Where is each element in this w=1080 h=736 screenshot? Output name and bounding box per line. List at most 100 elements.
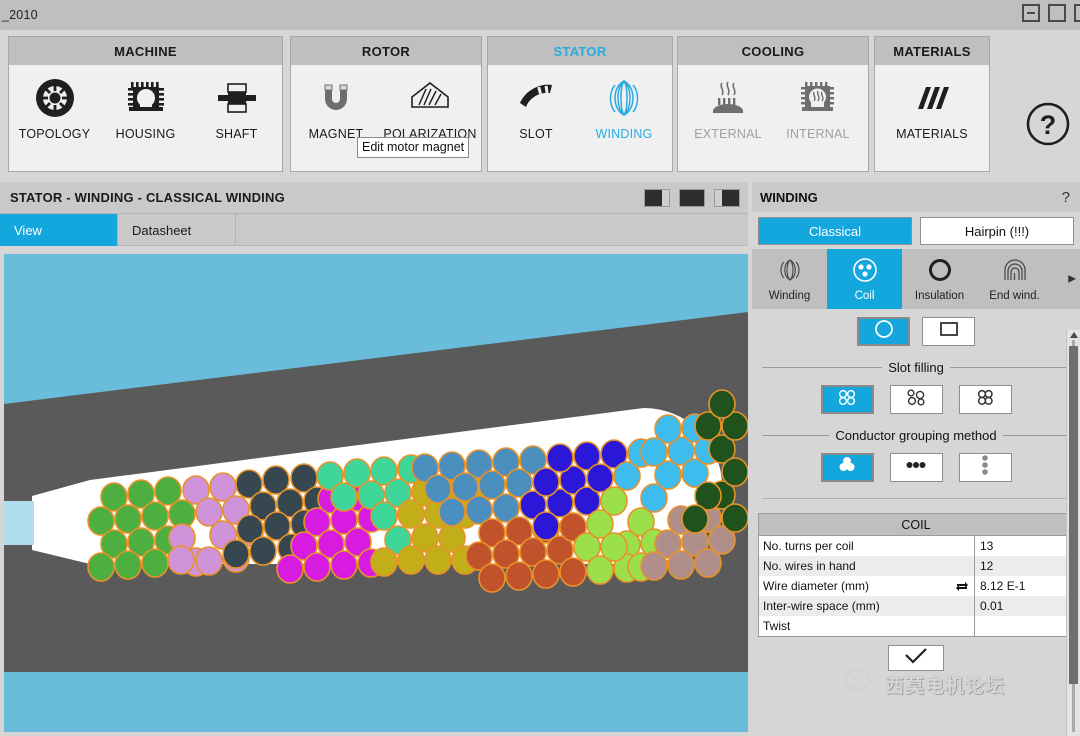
help-icon[interactable]: ? bbox=[1024, 100, 1072, 153]
ribbon-item-materials[interactable]: MATERIALS bbox=[877, 75, 987, 141]
coil-row-value[interactable]: 12 bbox=[975, 556, 1073, 576]
close-button[interactable] bbox=[1074, 4, 1080, 22]
more-tabs-arrow-icon[interactable]: ▶ bbox=[1068, 274, 1076, 285]
sub-tab-insulation[interactable]: Insulation bbox=[902, 249, 977, 309]
horizontal-grouping-button[interactable] bbox=[889, 453, 943, 482]
ribbon-group-machine-title: MACHINE bbox=[9, 37, 282, 65]
ribbon-item-shaft[interactable]: SHAFT bbox=[191, 75, 282, 141]
tab-datasheet[interactable]: Datasheet bbox=[118, 214, 236, 246]
ribbon-item-slot-label: SLOT bbox=[519, 127, 553, 141]
vertical-grouping-button[interactable] bbox=[958, 453, 1012, 482]
ribbon-item-external-cooling[interactable]: EXTERNAL bbox=[683, 75, 773, 141]
ribbon-group-stator-title: STATOR bbox=[488, 37, 672, 65]
scroll-up-arrow-icon[interactable] bbox=[1070, 332, 1078, 338]
scrollbar-thumb[interactable] bbox=[1069, 346, 1078, 684]
polarization-icon bbox=[407, 75, 453, 121]
aligned-filling-button[interactable] bbox=[820, 385, 874, 414]
coil-row-key: Inter-wire space (mm) bbox=[759, 596, 975, 616]
properties-panel: WINDING ? Classical Hairpin (!!!) Windin… bbox=[752, 182, 1080, 736]
aligned-circles-icon bbox=[834, 386, 860, 413]
housing-icon bbox=[124, 75, 168, 121]
coil-row-key: No. turns per coil bbox=[759, 536, 975, 556]
slot-filling-label: Slot filling bbox=[888, 360, 944, 375]
winding-coil-icon bbox=[776, 257, 804, 288]
sub-tab-coil[interactable]: Coil bbox=[827, 249, 902, 309]
conductor-shape-options bbox=[752, 317, 1080, 346]
ribbon-group-cooling-title: COOLING bbox=[678, 37, 868, 65]
ribbon-item-housing[interactable]: HOUSING bbox=[100, 75, 191, 141]
layout-buttons bbox=[644, 188, 748, 207]
table-row[interactable]: No. turns per coil 13 bbox=[759, 536, 1073, 556]
sub-tab-end-winding-label: End wind. bbox=[989, 289, 1040, 302]
layout-left-split-button[interactable] bbox=[644, 188, 670, 207]
ribbon-item-shaft-label: SHAFT bbox=[215, 127, 258, 141]
ribbon-group-rotor-title: ROTOR bbox=[291, 37, 481, 65]
table-row[interactable]: No. wires in hand 12 bbox=[759, 556, 1073, 576]
title-bar: _2010 bbox=[0, 0, 1080, 30]
table-row[interactable]: Twist bbox=[759, 616, 1073, 636]
tab-view[interactable]: View bbox=[0, 214, 118, 246]
square-icon bbox=[938, 318, 960, 345]
ribbon-item-magnet-label: MAGNET bbox=[308, 127, 364, 141]
winding-type-hairpin-label: Hairpin (!!!) bbox=[964, 223, 1030, 239]
properties-title: WINDING bbox=[760, 189, 818, 205]
minimize-button[interactable] bbox=[1022, 4, 1040, 22]
round-conductor-button[interactable] bbox=[857, 317, 910, 346]
properties-help-icon[interactable]: ? bbox=[1062, 189, 1080, 206]
winding-type-classical-button[interactable]: Classical bbox=[758, 217, 912, 245]
layout-single-button[interactable] bbox=[679, 188, 705, 207]
cluster-grouping-button[interactable] bbox=[820, 453, 874, 482]
ribbon-item-slot[interactable]: SLOT bbox=[492, 75, 580, 141]
sub-tab-end-winding[interactable]: End wind. bbox=[977, 249, 1052, 309]
svg-text:?: ? bbox=[1040, 110, 1057, 140]
conductor-grouping-options bbox=[752, 453, 1080, 482]
ribbon-item-winding-label: WINDING bbox=[595, 127, 653, 141]
rectangular-conductor-button[interactable] bbox=[922, 317, 975, 346]
layout-right-split-button[interactable] bbox=[714, 188, 740, 207]
window-title: _2010 bbox=[2, 8, 38, 22]
ribbon-item-topology[interactable]: TOPOLOGY bbox=[9, 75, 100, 141]
materials-icon bbox=[910, 75, 954, 121]
sub-tab-winding[interactable]: Winding bbox=[752, 249, 827, 309]
validate-button[interactable] bbox=[888, 645, 944, 671]
conductor-grouping-label: Conductor grouping method bbox=[835, 428, 997, 443]
ribbon-item-polarization[interactable]: POLARIZATION bbox=[380, 75, 480, 141]
sub-tab-winding-label: Winding bbox=[768, 289, 811, 302]
slot-viewport[interactable] bbox=[4, 254, 748, 732]
coil-row-value[interactable]: 8.12 E-1 bbox=[975, 576, 1073, 596]
magnet-tooltip: Edit motor magnet bbox=[357, 137, 470, 158]
ribbon-item-external-cooling-label: EXTERNAL bbox=[694, 127, 762, 141]
external-cooling-icon bbox=[707, 75, 749, 121]
ribbon-item-materials-label: MATERIALS bbox=[896, 127, 968, 141]
insulation-ring-icon bbox=[926, 257, 954, 288]
coil-row-key: No. wires in hand bbox=[759, 556, 975, 576]
ribbon-item-housing-label: HOUSING bbox=[115, 127, 176, 141]
document-header: STATOR - WINDING - CLASSICAL WINDING bbox=[0, 182, 748, 214]
coil-row-value[interactable]: 0.01 bbox=[975, 596, 1073, 616]
coil-row-key: Wire diameter (mm) bbox=[759, 576, 975, 596]
ribbon-group-machine: MACHINE TOPOLOGY HOUSING SHAFT bbox=[8, 36, 283, 172]
end-winding-icon bbox=[1001, 257, 1029, 288]
compact-circles-icon bbox=[972, 386, 998, 413]
tab-view-label: View bbox=[14, 222, 42, 238]
compact-filling-button[interactable] bbox=[958, 385, 1012, 414]
coil-parameters-table: COIL No. turns per coil 13 No. wires in … bbox=[758, 513, 1074, 637]
ribbon-toolbar: MACHINE TOPOLOGY HOUSING SHAFT ROTOR MAG… bbox=[0, 30, 1080, 178]
sub-tab-coil-label: Coil bbox=[854, 289, 875, 302]
table-row[interactable]: Inter-wire space (mm) 0.01 bbox=[759, 596, 1073, 616]
staggered-filling-button[interactable] bbox=[889, 385, 943, 414]
application-window: _2010 MACHINE TOPOLOGY HOUSING SHAFT ROT… bbox=[0, 0, 1080, 736]
coil-row-value[interactable] bbox=[975, 616, 1073, 636]
coil-row-key-text: Wire diameter (mm) bbox=[763, 579, 870, 593]
document-tabs: View Datasheet bbox=[0, 214, 748, 246]
link-icon[interactable] bbox=[955, 580, 969, 592]
ribbon-item-internal-cooling[interactable]: INTERNAL bbox=[773, 75, 863, 141]
coil-row-value[interactable]: 13 bbox=[975, 536, 1073, 556]
winding-type-hairpin-button[interactable]: Hairpin (!!!) bbox=[920, 217, 1074, 245]
shaft-icon bbox=[215, 75, 259, 121]
ribbon-item-magnet[interactable]: MAGNET bbox=[292, 75, 380, 141]
ribbon-item-winding[interactable]: WINDING bbox=[580, 75, 668, 141]
maximize-button[interactable] bbox=[1048, 4, 1066, 22]
table-row[interactable]: Wire diameter (mm) 8.12 E-1 bbox=[759, 576, 1073, 596]
properties-scrollbar[interactable] bbox=[1066, 330, 1080, 736]
